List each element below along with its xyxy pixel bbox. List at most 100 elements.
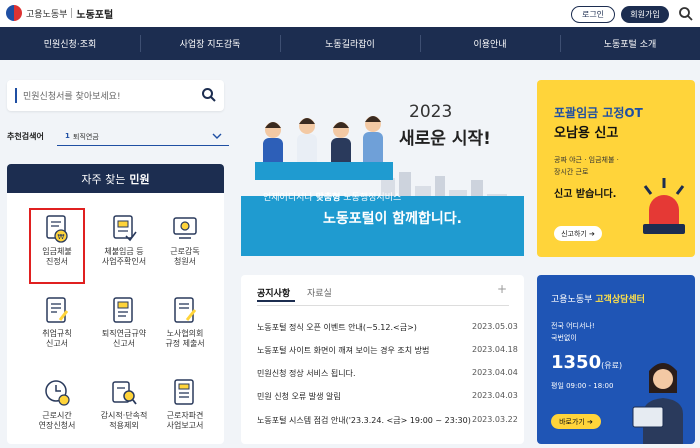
banner-sub-b: 맞춤형: [315, 193, 341, 203]
promo-title-a: 포괄임금 고정OT: [554, 106, 643, 120]
frequent-item-label: 근로자파견 사업보고서: [166, 411, 204, 430]
labor-inspection-icon: [173, 217, 197, 239]
search-icon[interactable]: [201, 87, 217, 103]
promo-card-overtime-report[interactable]: 포괄임금 고정OT 오남용 신고 공짜 야근 · 임금체불 · 장시간 근로 신…: [537, 80, 695, 257]
frequent-item-wage-complaint[interactable]: ₩ 임금체불 진정서: [29, 208, 85, 284]
banner-blue-band: [241, 232, 524, 256]
frequent-item-label: 퇴직연금규약 신고서: [101, 329, 147, 348]
people-illustration: [255, 116, 393, 180]
phone-number: 1350: [551, 352, 602, 373]
search-input[interactable]: 민원신청서를 찾아보세요!: [23, 89, 121, 102]
recommended-term[interactable]: 퇴직연금: [73, 132, 99, 142]
dispatch-report-icon: [174, 379, 194, 405]
counselor-illustration: [632, 363, 683, 444]
notice-title[interactable]: 노동포털 시스템 점검 안내('23.3.24. <금> 19:00 ~ 23:…: [257, 415, 471, 426]
customer-center-hours: 평일 09:00 - 18:00: [551, 382, 614, 390]
frequent-item-council-rules[interactable]: 노사협의회 규정 제출서: [157, 292, 213, 368]
banner-main-text: 노동포털이 함께합니다.: [323, 211, 462, 227]
customer-center-title-b: 고객상담센터: [595, 295, 645, 305]
login-button[interactable]: 로그인: [571, 6, 615, 23]
notice-row[interactable]: 민원신청 정상 서비스 됩니다. 2023.04.04: [257, 368, 518, 382]
promo-description-2: 신고 받습니다.: [554, 189, 617, 200]
notice-row[interactable]: 노동포털 정식 오픈 이벤트 안내(~5.12.<금>) 2023.05.03: [257, 322, 518, 336]
banner-headline: 새로운 시작!: [399, 129, 491, 149]
exemption-icon: [112, 381, 137, 405]
notice-date: 2023.04.04: [472, 368, 518, 377]
frequent-item-label: 근로감독 청원서: [170, 247, 200, 266]
work-hours-icon: [45, 380, 70, 406]
notice-divider: [257, 305, 509, 306]
logo-site-name: 노동포털: [76, 9, 114, 21]
petition-search-box[interactable]: 민원신청서를 찾아보세요!: [7, 80, 224, 111]
recommended-underline: [57, 145, 229, 146]
notice-title[interactable]: 민원신청 정상 서비스 됩니다.: [257, 368, 356, 379]
customer-center-title-a: 고용노동부: [551, 295, 593, 305]
customer-center-number: 1350(유료): [551, 352, 622, 373]
search-icon[interactable]: [678, 6, 694, 22]
notice-date: 2023.04.18: [472, 345, 518, 354]
notice-row[interactable]: 민원 신청 오류 발생 알림 2023.04.03: [257, 391, 518, 405]
frequent-petitions-panel: 자주 찾는 민원 ₩ 임금체불 진정서 체불임금 등 사업주확인서 근로감독 청…: [7, 164, 224, 444]
search-accent-bar: [15, 88, 17, 103]
employer-confirmation-icon: [113, 215, 137, 242]
go-button[interactable]: 바로가기 ➔: [551, 414, 601, 429]
frequent-petitions-title: 자주 찾는 민원: [7, 164, 224, 193]
frequent-item-label: 체불임금 등 사업주확인서: [101, 247, 147, 266]
frequent-item-label: 근로시간 연장신청서: [38, 411, 76, 430]
council-rules-icon: [174, 297, 197, 323]
phone-note: (유료): [601, 361, 623, 370]
site-logo[interactable]: 고용노동부 노동포털: [6, 5, 113, 21]
recommended-rank: 1: [65, 132, 70, 140]
nav-item-civil-petition[interactable]: 민원신청·조회: [0, 27, 140, 60]
notice-row[interactable]: 노동포털 사이트 화면이 깨져 보이는 경우 조치 방법 2023.04.18: [257, 345, 518, 359]
frequent-title-a: 자주 찾는: [81, 172, 126, 186]
notice-title[interactable]: 민원 신청 오류 발생 알림: [257, 391, 341, 402]
notice-date: 2023.05.03: [472, 322, 518, 331]
notice-date: 2023.03.22: [472, 415, 518, 424]
frequent-item-work-hours[interactable]: 근로시간 연장신청서: [29, 374, 85, 444]
wage-complaint-icon: ₩: [46, 215, 68, 243]
frequent-item-label: 임금체불 진정서: [42, 247, 72, 266]
nav-item-usage-guide[interactable]: 이용안내: [420, 27, 560, 60]
notice-row[interactable]: 노동포털 시스템 점검 안내('23.3.24. <금> 19:00 ~ 23:…: [257, 415, 518, 429]
frequent-item-label: 취업규칙 신고서: [42, 329, 72, 348]
banner-sub-c: 노동행정서비스: [343, 193, 402, 203]
recommended-search: 추천검색어 1 퇴직연금: [7, 129, 229, 147]
nav-item-workplace-inspection[interactable]: 사업장 지도감독: [140, 27, 280, 60]
frequent-item-employer-confirmation[interactable]: 체불임금 등 사업주확인서: [94, 208, 154, 284]
pension-rules-icon: [113, 297, 133, 323]
banner-year: 2023: [409, 102, 453, 122]
chevron-down-icon[interactable]: [212, 131, 222, 141]
main-nav: 민원신청·조회 사업장 지도감독 노동길라잡이 이용안내 노동포털 소개: [0, 27, 700, 60]
join-button[interactable]: 회원가입: [621, 6, 669, 23]
customer-center-title: 고용노동부 고객상담센터: [551, 292, 645, 305]
notice-title[interactable]: 노동포털 사이트 화면이 깨져 보이는 경우 조치 방법: [257, 345, 429, 356]
work-rules-icon: [46, 297, 69, 323]
customer-center-subtitle: 전국 어디서나! 국번없이: [551, 322, 595, 342]
banner-sub-a: 언제어디서나: [263, 193, 313, 203]
frequent-item-dispatch-report[interactable]: 근로자파견 사업보고서: [157, 374, 213, 444]
siren-icon: [643, 178, 685, 234]
logo-org-name: 고용노동부: [26, 9, 68, 20]
report-button[interactable]: 신고하기 ➔: [554, 226, 602, 241]
main-banner[interactable]: 2023 새로운 시작! 언제어디서나 맞춤형 노동행정서비스 노동포털이 함께…: [241, 80, 524, 256]
nav-item-portal-intro[interactable]: 노동포털 소개: [560, 27, 700, 60]
recommended-label: 추천검색어: [7, 132, 44, 141]
frequent-item-label: 노사협의회 규정 제출서: [165, 329, 205, 348]
frequent-item-pension-rules[interactable]: 퇴직연금규약 신고서: [94, 292, 154, 368]
frequent-item-work-rules[interactable]: 취업규칙 신고서: [29, 292, 85, 368]
frequent-item-labor-inspection[interactable]: 근로감독 청원서: [157, 208, 213, 284]
tab-resources[interactable]: 자료실: [307, 286, 332, 299]
active-tab-underline: [257, 300, 295, 302]
notice-title[interactable]: 노동포털 정식 오픈 이벤트 안내(~5.12.<금>): [257, 322, 417, 333]
svg-text:₩: ₩: [58, 233, 65, 241]
logo-divider: [71, 8, 73, 18]
plus-icon[interactable]: +: [497, 282, 507, 296]
nav-item-labor-guide[interactable]: 노동길라잡이: [280, 27, 420, 60]
top-bar: 고용노동부 노동포털 로그인 회원가입: [0, 0, 700, 27]
promo-description: 공짜 야근 · 임금체불 · 장시간 근로: [554, 156, 619, 176]
frequent-item-exemption[interactable]: 감시적·단속적 적용제외: [94, 374, 154, 444]
tab-notices[interactable]: 공지사항: [257, 286, 290, 299]
customer-center-card[interactable]: 고용노동부 고객상담센터 전국 어디서나! 국번없이 1350(유료) 평일 0…: [537, 275, 695, 444]
frequent-title-b: 민원: [129, 172, 150, 186]
